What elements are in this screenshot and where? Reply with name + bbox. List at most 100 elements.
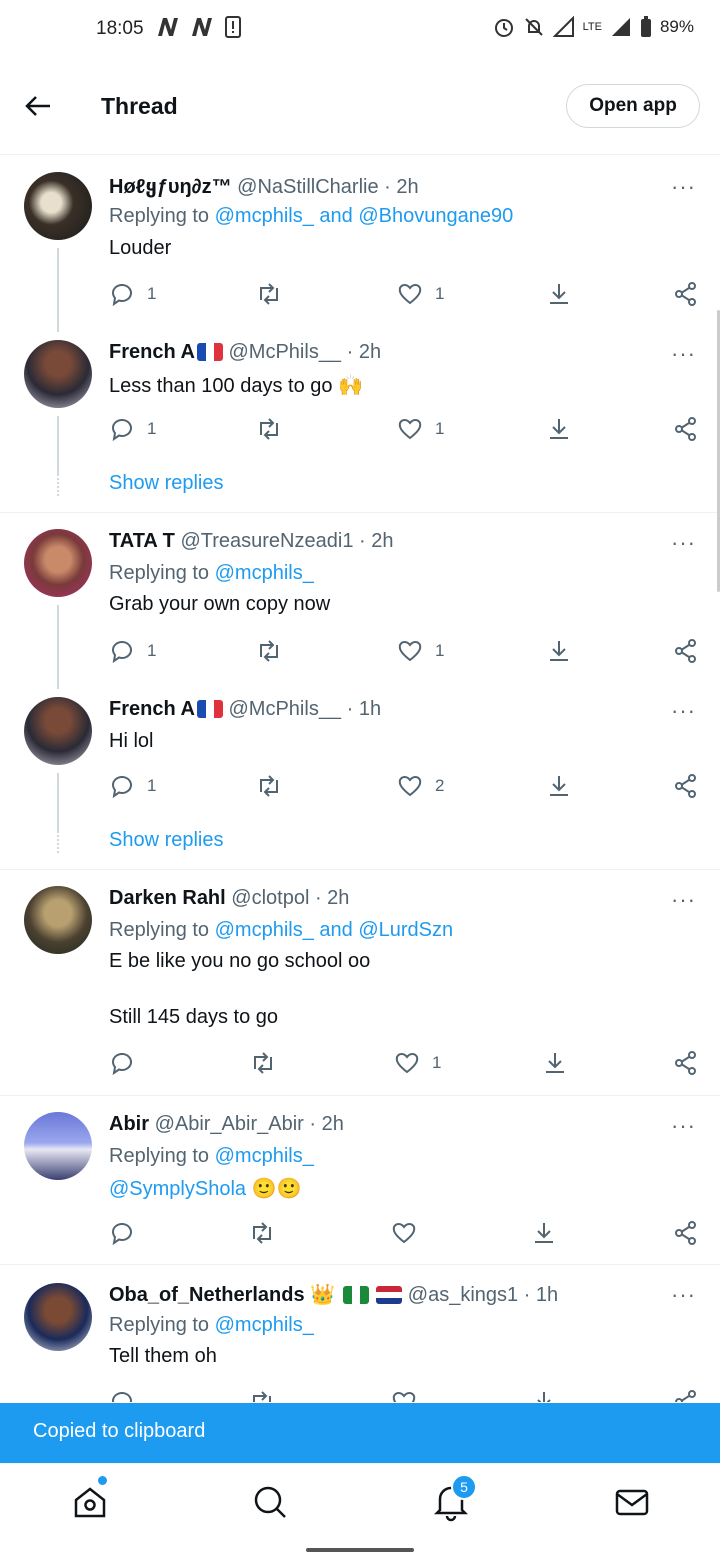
retweet-button[interactable]: [255, 638, 283, 664]
display-name[interactable]: Oba_of_Netherlands: [109, 1284, 305, 1306]
share-download-button[interactable]: [546, 773, 572, 799]
tweet-text: Hi lol: [109, 730, 154, 752]
reply-button[interactable]: 1: [109, 281, 156, 307]
like-button[interactable]: 2: [397, 773, 444, 799]
tweet[interactable]: Abir @Abir_Abir_Abir · 2h ··· Replying t…: [0, 1096, 720, 1264]
avatar[interactable]: [24, 172, 92, 240]
tweet[interactable]: Høℓყƒυŋ∂z™ @NaStillCharlie · 2h ··· Repl…: [0, 156, 720, 332]
display-name[interactable]: Darken Rahl: [109, 887, 226, 909]
like-button[interactable]: [391, 1220, 417, 1246]
more-options-icon[interactable]: ···: [671, 341, 696, 367]
home-icon[interactable]: [70, 1482, 110, 1522]
retweet-button[interactable]: [248, 1389, 276, 1402]
avatar[interactable]: [24, 340, 92, 408]
messages-mail-icon[interactable]: [612, 1482, 652, 1522]
like-button[interactable]: 1: [394, 1050, 441, 1076]
avatar[interactable]: [24, 697, 92, 765]
share-download-button[interactable]: [531, 1220, 557, 1246]
retweet-button[interactable]: [249, 1050, 277, 1076]
mention-link[interactable]: @mcphils_: [215, 1145, 314, 1167]
share-download-button[interactable]: [542, 1050, 568, 1076]
search-icon[interactable]: [250, 1482, 290, 1522]
show-replies-link[interactable]: Show replies: [109, 472, 224, 495]
reply-button[interactable]: [109, 1050, 135, 1076]
avatar[interactable]: [24, 1283, 92, 1351]
tweet[interactable]: French A @McPhils__ · 2h ··· Less than 1…: [0, 326, 720, 512]
mention-link[interactable]: @mcphils_ and @Bhovungane90: [215, 205, 514, 227]
more-options-icon[interactable]: ···: [671, 1113, 696, 1139]
handle[interactable]: @clotpol: [231, 887, 309, 909]
back-arrow-icon[interactable]: [24, 94, 52, 118]
display-name[interactable]: French A: [109, 341, 195, 363]
handle[interactable]: @McPhils__: [229, 698, 342, 720]
retweet-icon: [260, 418, 278, 440]
avatar[interactable]: [24, 886, 92, 954]
tweet-header: Høℓყƒυŋ∂z™ @NaStillCharlie · 2h: [109, 174, 419, 199]
reply-button[interactable]: [109, 1389, 135, 1402]
timestamp: · 2h: [384, 176, 419, 198]
share-download-button[interactable]: [546, 416, 572, 442]
share-button[interactable]: [673, 281, 699, 307]
handle[interactable]: @as_kings1: [408, 1284, 518, 1306]
display-name[interactable]: Abir: [109, 1113, 149, 1135]
display-name[interactable]: TATA T: [109, 530, 175, 552]
mention-link[interactable]: @mcphils_ and @LurdSzn: [215, 919, 454, 941]
more-options-icon[interactable]: ···: [671, 1282, 696, 1308]
like-button[interactable]: 1: [397, 638, 444, 664]
more-options-icon[interactable]: ···: [671, 530, 696, 556]
reply-button[interactable]: 1: [109, 416, 156, 442]
retweet-button[interactable]: [255, 773, 283, 799]
storage-alert-icon: [225, 16, 241, 38]
mention-link[interactable]: @SymplyShola: [109, 1178, 246, 1200]
reply-button[interactable]: [109, 1220, 135, 1246]
more-options-icon[interactable]: ···: [671, 174, 696, 200]
netherlands-flag-icon: [376, 1286, 403, 1304]
share-button[interactable]: [673, 638, 699, 664]
thread-line: [57, 326, 59, 332]
display-name[interactable]: Høℓყƒυŋ∂z™: [109, 176, 232, 198]
tweet-text: Less than 100 days to go 🙌: [109, 375, 363, 397]
tweet[interactable]: Oba_of_Netherlands 👑 @as_kings1 · 1h ···…: [0, 1265, 720, 1402]
download-icon: [546, 1053, 564, 1073]
like-button[interactable]: 1: [397, 416, 444, 442]
share-button[interactable]: [673, 1050, 699, 1076]
share-download-button[interactable]: [546, 281, 572, 307]
handle[interactable]: @TreasureNzeadi1: [180, 530, 353, 552]
share-button[interactable]: [673, 1389, 699, 1402]
handle[interactable]: @Abir_Abir_Abir: [155, 1113, 304, 1135]
share-download-button[interactable]: [546, 638, 572, 664]
nigeria-flag-icon: [342, 1286, 369, 1304]
share-button[interactable]: [673, 773, 699, 799]
avatar[interactable]: [24, 1112, 92, 1180]
show-replies-link[interactable]: Show replies: [109, 829, 224, 852]
share-button[interactable]: [673, 1220, 699, 1246]
open-app-button[interactable]: Open app: [566, 84, 700, 128]
reply-button[interactable]: 1: [109, 638, 156, 664]
reply-feed[interactable]: Høℓყƒυŋ∂z™ @NaStillCharlie · 2h ··· Repl…: [0, 156, 720, 1402]
share-download-button[interactable]: [531, 1389, 557, 1402]
download-icon: [537, 1392, 551, 1402]
tweet[interactable]: TATA T @TreasureNzeadi1 · 2h ··· Replyin…: [0, 513, 720, 683]
display-name[interactable]: French A: [109, 698, 195, 720]
retweet-button[interactable]: [255, 281, 283, 307]
tweet[interactable]: French A @McPhils__ · 1h ··· Hi lol 1 2 …: [0, 683, 720, 869]
avatar[interactable]: [24, 529, 92, 597]
more-options-icon[interactable]: ···: [671, 887, 696, 913]
retweet-button[interactable]: [248, 1220, 276, 1246]
mute-icon: [524, 18, 543, 36]
reply-button[interactable]: 1: [109, 773, 156, 799]
gesture-bar[interactable]: [306, 1548, 414, 1552]
battery-level: 89%: [659, 17, 694, 36]
handle[interactable]: @McPhils__: [229, 341, 342, 363]
like-button[interactable]: 1: [397, 281, 444, 307]
mention-link[interactable]: @mcphils_: [215, 562, 314, 584]
share-button[interactable]: [673, 416, 699, 442]
more-options-icon[interactable]: ···: [671, 698, 696, 724]
clipboard-toast: Copied to clipboard: [0, 1403, 720, 1463]
handle[interactable]: @NaStillCharlie: [237, 176, 378, 198]
tweet[interactable]: Darken Rahl @clotpol · 2h ··· Replying t…: [0, 870, 720, 1095]
mention-link[interactable]: @mcphils_: [215, 1314, 314, 1336]
like-button[interactable]: [391, 1389, 417, 1402]
retweet-button[interactable]: [255, 416, 283, 442]
heart-icon: [395, 1053, 419, 1074]
